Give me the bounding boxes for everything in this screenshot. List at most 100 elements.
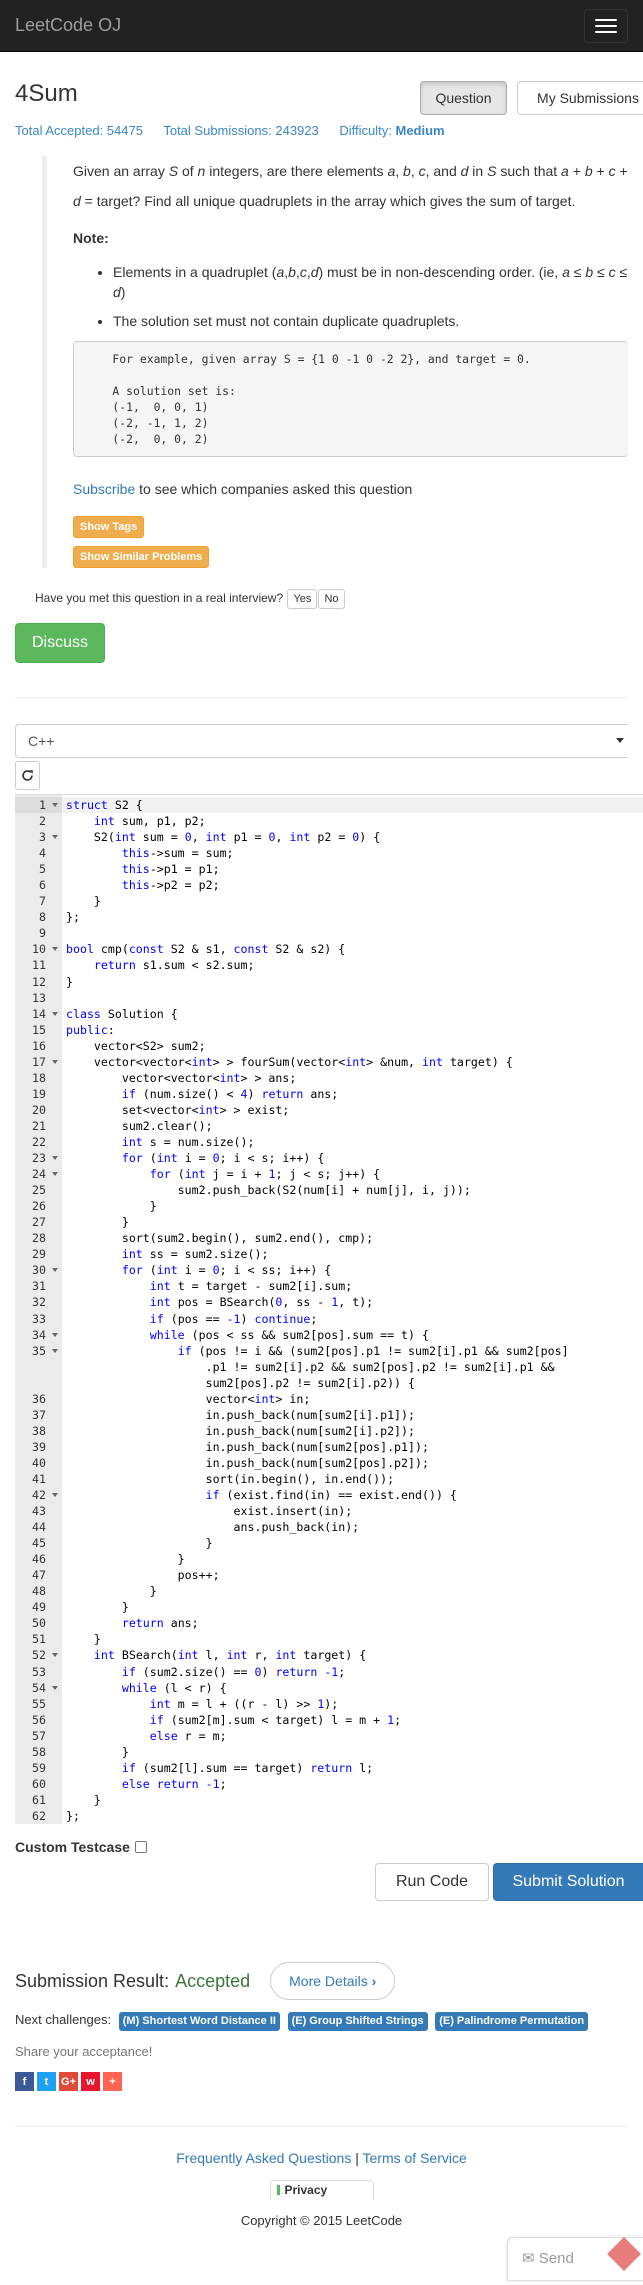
- custom-testcase-checkbox[interactable]: [134, 1841, 147, 1853]
- brand-logo[interactable]: LeetCode OJ: [15, 15, 121, 36]
- code-line[interactable]: int pos = BSearch(0, ss - 1, t);: [62, 1294, 643, 1310]
- code-line[interactable]: this->p2 = p2;: [62, 877, 643, 893]
- code-line[interactable]: sum2.push_back(S2(num[i] + num[j], i, j)…: [62, 1182, 643, 1198]
- code-line[interactable]: }: [62, 1792, 643, 1808]
- code-line[interactable]: for (int j = i + 1; j < s; j++) {: [62, 1166, 643, 1182]
- menu-toggle-button[interactable]: [584, 8, 628, 43]
- statement-text: = target? Find all unique quadruplets in…: [80, 193, 576, 209]
- addthis-icon[interactable]: +: [103, 2072, 122, 2091]
- code-line[interactable]: int t = target - sum2[i].sum;: [62, 1278, 643, 1294]
- code-line[interactable]: public:: [62, 1022, 643, 1038]
- show-tags-button[interactable]: Show Tags: [73, 516, 145, 538]
- code-editor[interactable]: 1 2 3 4 5 6 7 8 9 10 11 12 13 14 15 16 17 18 19 20 21 22 23 24 2…: [15, 794, 643, 1824]
- code-line[interactable]: else return -1;: [62, 1776, 643, 1792]
- question-stats: Total Accepted: 54475 Total Submissions:…: [15, 120, 628, 142]
- code-line[interactable]: in.push_back(num[sum2[pos].p1]);: [62, 1439, 643, 1455]
- code-line[interactable]: S2(int sum = 0, int p1 = 0, int p2 = 0) …: [62, 829, 643, 845]
- next-challenge-link[interactable]: (E) Group Shifted Strings: [287, 2012, 428, 2031]
- code-line[interactable]: class Solution {: [62, 1006, 643, 1022]
- code-line[interactable]: pos++;: [62, 1567, 643, 1583]
- code-line[interactable]: int m = l + ((r - l) >> 1);: [62, 1696, 643, 1712]
- code-line[interactable]: for (int i = 0; i < s; i++) {: [62, 1150, 643, 1166]
- code-line[interactable]: bool cmp(const S2 & s1, const S2 & s2) {: [62, 941, 643, 957]
- code-line[interactable]: }: [62, 1551, 643, 1567]
- interview-yes-button[interactable]: Yes: [287, 589, 318, 609]
- code-line[interactable]: }: [62, 974, 643, 990]
- facebook-icon[interactable]: f: [15, 2072, 34, 2091]
- footer-separator: |: [351, 2150, 363, 2166]
- code-line[interactable]: [62, 990, 643, 1006]
- code-line[interactable]: };: [62, 909, 643, 925]
- code-line[interactable]: }: [62, 1631, 643, 1647]
- code-line[interactable]: int BSearch(int l, int r, int target) {: [62, 1647, 643, 1663]
- reset-code-button[interactable]: [15, 761, 40, 790]
- code-line[interactable]: return s1.sum < s2.sum;: [62, 957, 643, 973]
- weibo-icon[interactable]: w: [81, 2072, 100, 2091]
- code-line[interactable]: struct S2 {: [62, 797, 643, 814]
- code-line[interactable]: vector<int> in;: [62, 1391, 643, 1407]
- code-line[interactable]: if (sum2.size() == 0) return -1;: [62, 1664, 643, 1680]
- code-line[interactable]: if (pos == -1) continue;: [62, 1311, 643, 1327]
- code-line[interactable]: while (l < r) {: [62, 1680, 643, 1696]
- interview-no-button[interactable]: No: [318, 589, 345, 609]
- code-line[interactable]: int sum, p1, p2;: [62, 813, 643, 829]
- code-line[interactable]: in.push_back(num[sum2[pos].p2]);: [62, 1455, 643, 1471]
- next-challenges-label: Next challenges:: [15, 2012, 112, 2027]
- code-line[interactable]: sort(sum2.begin(), sum2.end(), cmp);: [62, 1230, 643, 1246]
- code-line[interactable]: this->p1 = p1;: [62, 861, 643, 877]
- code-line[interactable]: };: [62, 1808, 643, 1824]
- code-line[interactable]: set<vector<int> > exist;: [62, 1102, 643, 1118]
- twitter-icon[interactable]: t: [37, 2072, 56, 2091]
- code-line[interactable]: sort(in.begin(), in.end());: [62, 1471, 643, 1487]
- code-line[interactable]: }: [62, 1744, 643, 1760]
- subscribe-link[interactable]: Subscribe: [73, 481, 135, 497]
- code-line[interactable]: this->sum = sum;: [62, 845, 643, 861]
- code-line[interactable]: }: [62, 1535, 643, 1551]
- code-line[interactable]: int ss = sum2.size();: [62, 1246, 643, 1262]
- code-line[interactable]: exist.insert(in);: [62, 1503, 643, 1519]
- code-line[interactable]: sum2.clear();: [62, 1118, 643, 1134]
- code-line[interactable]: while (pos < ss && sum2[pos].sum == t) {: [62, 1327, 643, 1343]
- editor-code-area[interactable]: struct S2 { int sum, p1, p2; S2(int sum …: [62, 795, 643, 1824]
- statement-text: in: [468, 163, 488, 179]
- code-line[interactable]: vector<vector<int> > ans;: [62, 1070, 643, 1086]
- code-line[interactable]: if (num.size() < 4) return ans;: [62, 1086, 643, 1102]
- code-line[interactable]: ans.push_back(in);: [62, 1519, 643, 1535]
- code-line[interactable]: return ans;: [62, 1615, 643, 1631]
- next-challenge-link[interactable]: (E) Palindrome Permutation: [435, 2012, 589, 2031]
- code-line[interactable]: }: [62, 893, 643, 909]
- discuss-button[interactable]: Discuss: [15, 623, 106, 663]
- code-line[interactable]: if (exist.find(in) == exist.end()) {: [62, 1487, 643, 1503]
- code-line[interactable]: if (sum2[l].sum == target) return l;: [62, 1760, 643, 1776]
- code-line[interactable]: }: [62, 1599, 643, 1615]
- terms-link[interactable]: Terms of Service: [363, 2150, 467, 2166]
- code-line[interactable]: if (sum2[m].sum < target) l = m + 1;: [62, 1712, 643, 1728]
- code-line[interactable]: }: [62, 1198, 643, 1214]
- code-line[interactable]: in.push_back(num[sum2[i].p2]);: [62, 1423, 643, 1439]
- note-item: The solution set must not contain duplic…: [113, 311, 628, 331]
- question-tab-button[interactable]: Question: [420, 81, 507, 115]
- note-item: Elements in a quadruplet (a,b,c,d) must …: [113, 262, 628, 302]
- faq-link[interactable]: Frequently Asked Questions: [176, 2150, 351, 2166]
- code-line[interactable]: }: [62, 1214, 643, 1230]
- code-line[interactable]: for (int i = 0; i < ss; i++) {: [62, 1262, 643, 1278]
- run-code-button[interactable]: Run Code: [375, 1863, 489, 1901]
- math-variable: b: [584, 163, 593, 179]
- google-plus-icon[interactable]: G+: [59, 2072, 78, 2091]
- submit-solution-button[interactable]: Submit Solution: [493, 1863, 643, 1901]
- my-submissions-button[interactable]: My Submissions: [517, 81, 643, 115]
- code-line[interactable]: vector<S2> sum2;: [62, 1038, 643, 1054]
- code-line[interactable]: else r = m;: [62, 1728, 643, 1744]
- next-challenge-link[interactable]: (M) Shortest Word Distance II: [118, 2012, 280, 2031]
- code-line[interactable]: }: [62, 1583, 643, 1599]
- code-line[interactable]: if (pos != i && (sum2[pos].p1 != sum2[i]…: [62, 1343, 643, 1391]
- language-select[interactable]: C++: [15, 724, 628, 758]
- code-line[interactable]: vector<vector<int> > fourSum(vector<int>…: [62, 1054, 643, 1070]
- question-description: Given an array S of n integers, are ther…: [42, 156, 628, 568]
- code-line[interactable]: [62, 925, 643, 941]
- code-line[interactable]: in.push_back(num[sum2[i].p1]);: [62, 1407, 643, 1423]
- more-details-button[interactable]: More Details ›: [270, 1962, 396, 2000]
- show-similar-problems-button[interactable]: Show Similar Problems: [73, 546, 210, 568]
- privacy-badge[interactable]: Privacy: [269, 2180, 374, 2200]
- code-line[interactable]: int s = num.size();: [62, 1134, 643, 1150]
